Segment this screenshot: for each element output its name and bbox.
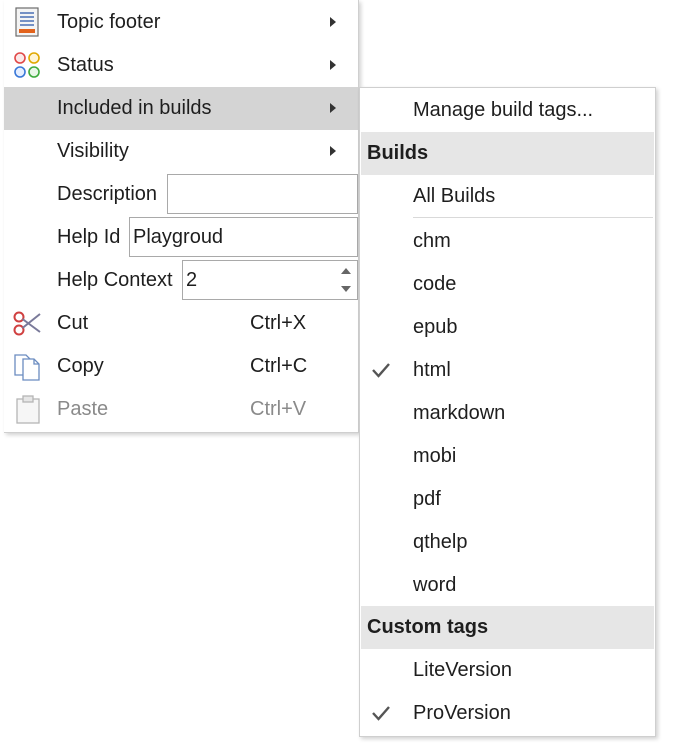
screen: Topic footer Status Included in builds V… [0, 0, 677, 744]
menu-item-label: Topic footer [57, 11, 161, 33]
scissors-icon [13, 311, 41, 336]
submenu-item-pdf[interactable]: pdf [360, 478, 655, 521]
chevron-right-icon [330, 103, 336, 113]
chevron-right-icon [330, 146, 336, 156]
submenu-item-markdown[interactable]: markdown [360, 392, 655, 435]
submenu-item-chm[interactable]: chm [360, 220, 655, 263]
submenu-item-epub[interactable]: epub [360, 306, 655, 349]
submenu-item-label: ProVersion [413, 702, 511, 724]
submenu-item-all-builds[interactable]: All Builds [360, 175, 655, 218]
submenu-item-label: word [413, 574, 457, 596]
menu-separator [413, 217, 653, 218]
section-header-label: Builds [367, 142, 429, 164]
menu-item-paste[interactable]: Paste Ctrl+V [4, 388, 358, 431]
checkmark-icon [372, 363, 390, 378]
builds-section-header: Builds [361, 132, 654, 175]
menu-item-label: Included in builds [57, 97, 212, 119]
section-header-label: Custom tags [367, 616, 489, 638]
submenu-item-manage-build-tags[interactable]: Manage build tags... [360, 89, 655, 132]
custom-tags-section-header: Custom tags [361, 606, 654, 649]
menu-item-status[interactable]: Status [4, 44, 358, 87]
description-label: Description [57, 183, 158, 205]
included-in-builds-submenu: Manage build tags... Builds All Builds c… [359, 87, 656, 737]
spin-up-icon[interactable] [341, 268, 351, 274]
submenu-item-label: epub [413, 316, 458, 338]
submenu-item-label: markdown [413, 402, 506, 424]
submenu-item-label: pdf [413, 488, 441, 510]
submenu-item-proversion[interactable]: ProVersion [360, 692, 655, 735]
submenu-item-label: Manage build tags... [413, 99, 594, 121]
context-menu: Topic footer Status Included in builds V… [4, 0, 359, 433]
submenu-item-label: code [413, 273, 457, 295]
menu-item-help-id: Help Id Playgroud [4, 216, 358, 259]
menu-item-included-in-builds[interactable]: Included in builds [4, 87, 358, 130]
help-context-label: Help Context [57, 269, 173, 291]
submenu-item-qthelp[interactable]: qthelp [360, 521, 655, 564]
menu-item-copy[interactable]: Copy Ctrl+C [4, 345, 358, 388]
shortcut-label: Ctrl+C [250, 355, 308, 377]
help-id-label: Help Id [57, 226, 121, 248]
submenu-item-label: chm [413, 230, 451, 252]
help-id-input[interactable]: Playgroud [129, 217, 358, 257]
submenu-item-label: LiteVersion [413, 659, 512, 681]
spin-down-icon[interactable] [341, 286, 351, 292]
status-icon [14, 52, 40, 78]
submenu-item-label: qthelp [413, 531, 468, 553]
topic-footer-icon [15, 7, 39, 37]
submenu-item-html[interactable]: html [360, 349, 655, 392]
menu-item-label: Status [57, 54, 114, 76]
submenu-item-label: mobi [413, 445, 457, 467]
menu-item-label: Copy [57, 355, 104, 377]
menu-item-label: Visibility [57, 140, 129, 162]
submenu-item-label: All Builds [413, 185, 496, 207]
chevron-right-icon [330, 17, 336, 27]
submenu-item-label: html [413, 359, 451, 381]
chevron-right-icon [330, 60, 336, 70]
menu-item-label: Cut [57, 312, 89, 334]
menu-item-help-context: Help Context 2 [4, 259, 358, 302]
help-context-stepper[interactable]: 2 [182, 260, 358, 300]
help-context-value: 2 [186, 269, 198, 291]
copy-icon [14, 354, 40, 381]
shortcut-label: Ctrl+X [250, 312, 307, 334]
menu-item-visibility[interactable]: Visibility [4, 130, 358, 173]
submenu-item-word[interactable]: word [360, 564, 655, 607]
description-input[interactable] [167, 174, 358, 214]
menu-item-label: Paste [57, 398, 109, 420]
menu-item-description: Description [4, 173, 358, 216]
menu-item-topic-footer[interactable]: Topic footer [4, 1, 358, 44]
submenu-item-liteversion[interactable]: LiteVersion [360, 649, 655, 692]
shortcut-label: Ctrl+V [250, 398, 307, 420]
submenu-item-code[interactable]: code [360, 263, 655, 306]
checkmark-icon [372, 706, 390, 721]
paste-icon [16, 395, 40, 424]
submenu-item-mobi[interactable]: mobi [360, 435, 655, 478]
menu-item-cut[interactable]: Cut Ctrl+X [4, 302, 358, 345]
